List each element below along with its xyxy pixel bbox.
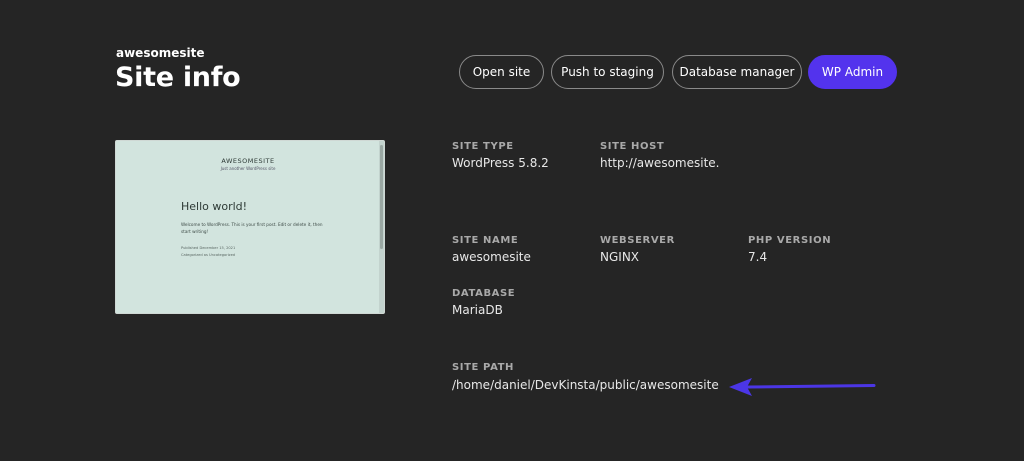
preview-tagline: Just another WordPress site [220,166,276,171]
site-name-value: awesomesite [452,250,531,264]
site-preview-thumbnail[interactable]: AWESOMESITE Just another WordPress site … [115,140,385,314]
webserver-label: WEBSERVER [600,235,675,246]
webserver-value: NGINX [600,250,640,264]
preview-site-name: AWESOMESITE [221,157,275,165]
preview-scrollbar-thumb [380,145,383,249]
site-type-label: SITE TYPE [452,141,514,152]
open-site-button[interactable]: Open site [459,55,544,89]
preview-post-category: Categorized as Uncategorized [181,253,236,257]
php-version-label: PHP VERSION [748,235,832,246]
preview-post-date: Published December 15, 2021 [181,246,236,250]
database-manager-button[interactable]: Database manager [672,55,802,89]
preview-post-body: Welcome to WordPress. This is your first… [181,222,323,234]
preview-scrollbar [379,141,384,313]
site-info-page: awesomesite Site info Open site Push to … [0,0,1024,461]
site-name-label: SITE NAME [452,235,519,246]
database-label: DATABASE [452,288,516,299]
left-arrow-icon [729,378,876,396]
php-version-value: 7.4 [748,250,768,264]
site-type-value: WordPress 5.8.2 [452,156,549,170]
database-value: MariaDB [452,303,503,317]
preview-post-heading: Hello world! [181,200,248,213]
site-host-value[interactable]: http://awesomesite.local [600,156,719,170]
site-slug: awesomesite [116,46,205,60]
site-path-value[interactable]: /home/daniel/DevKinsta/public/awesomesit… [452,378,719,392]
page-title: Site info [115,62,241,93]
wp-admin-button[interactable]: WP Admin [808,55,897,89]
push-to-staging-button[interactable]: Push to staging [551,55,664,89]
site-path-label: SITE PATH [452,362,515,373]
site-host-label: SITE HOST [600,141,665,152]
